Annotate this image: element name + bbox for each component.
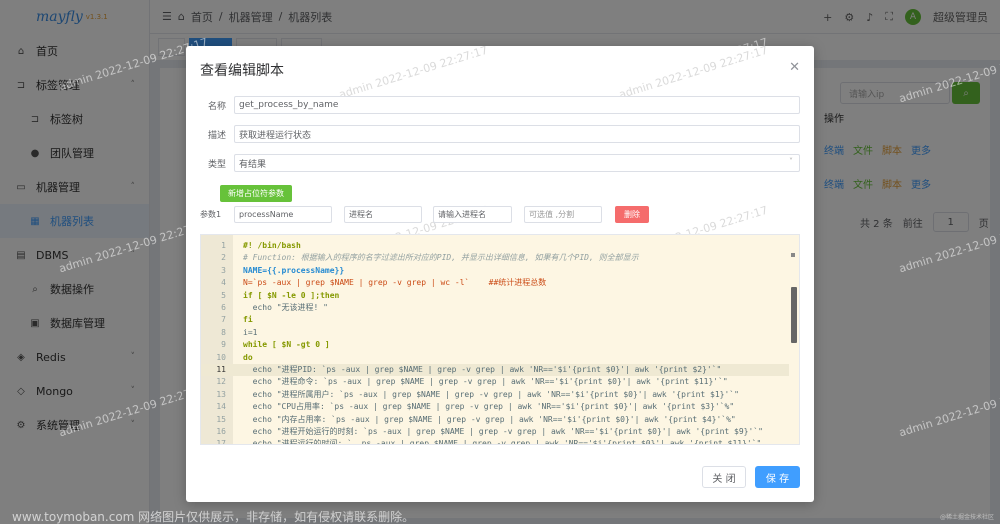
code-text: NAME={{.processName}} (243, 265, 345, 275)
line-number: 4 (221, 278, 226, 288)
watermark: admin 2022-12-09 22:27:17 (617, 43, 770, 102)
dialog-title: 查看编辑脚本 (200, 63, 284, 79)
desc-label: 描述 (207, 130, 226, 141)
code-line[interactable]: 9 while [ $N -gt 0 ] (201, 339, 789, 351)
code-line[interactable]: 8 i=1 (201, 327, 789, 339)
type-row: 类型 有结果 ˅ (186, 154, 814, 172)
code-line[interactable]: 10 do (201, 352, 789, 364)
desc-row: 描述 (186, 125, 814, 143)
code-line[interactable]: 5 if [ $N -le 0 ];then (201, 290, 789, 302)
code-line[interactable]: 14 echo "CPU占用率: `ps -aux | grep $NAME |… (201, 401, 789, 413)
name-field[interactable] (234, 96, 800, 114)
code-text: echo "进程所属用户: `ps -aux | grep $NAME | gr… (243, 389, 739, 399)
watermark: admin 2022-12-09 22:27:17 (337, 43, 490, 102)
code-text: if [ $N -le 0 ];then (243, 290, 340, 300)
code-line[interactable]: 2 # Function: 根据输入的程序的名字过滤出所对应的PID, 并显示出详… (201, 252, 789, 264)
param-row: 参数1 删除 (186, 206, 814, 224)
footer-note: www.toymoban.com 网络图片仅供展示，非存储，如有侵权请联系删除。 (12, 510, 415, 524)
code-text: echo "进程运行的时间: ` ps -aux | grep $NAME | … (243, 439, 762, 445)
code-line[interactable]: 6 echo "无该进程! " (201, 302, 789, 314)
code-line[interactable]: 1 #! /bin/bash (201, 240, 789, 252)
scroll-marker (791, 253, 795, 257)
code-text: echo "进程命令: `ps -aux | grep $NAME | grep… (243, 377, 728, 387)
code-line[interactable]: 15 echo "内存占用率: `ps -aux | grep $NAME | … (201, 414, 789, 426)
param-label: 参数1 (200, 210, 222, 219)
line-number: 11 (216, 365, 226, 374)
code-text: echo "进程PID: `ps -aux | grep $NAME | gre… (243, 365, 722, 374)
param-options-field[interactable] (524, 206, 602, 223)
param-value-field[interactable] (433, 206, 512, 223)
code-text: i=1 (243, 327, 258, 337)
code-line[interactable]: 3 NAME={{.processName}} (201, 265, 789, 277)
line-number: 2 (221, 253, 226, 263)
code-text: echo "内存占用率: `ps -aux | grep $NAME | gre… (243, 414, 736, 424)
code-line[interactable]: 7 fi (201, 314, 789, 326)
delete-param-button[interactable]: 删除 (615, 206, 649, 223)
line-number: 9 (221, 340, 226, 350)
line-number: 13 (216, 389, 226, 399)
code-text: #! /bin/bash (243, 241, 301, 250)
close-button[interactable]: 关 闭 (702, 466, 746, 488)
type-select[interactable]: 有结果 ˅ (234, 154, 800, 172)
line-number: 5 (221, 290, 226, 300)
scrollbar[interactable] (791, 287, 797, 343)
line-number: 12 (216, 377, 226, 387)
code-text: while [ $N -gt 0 ] (243, 340, 330, 350)
line-number: 17 (216, 439, 226, 445)
close-icon[interactable]: ✕ (789, 60, 800, 75)
line-number: 14 (216, 402, 226, 412)
code-line[interactable]: 13 echo "进程所属用户: `ps -aux | grep $NAME |… (201, 389, 789, 401)
name-row: 名称 (186, 96, 814, 114)
code-text: fi (243, 315, 253, 325)
edit-script-dialog: 查看编辑脚本 ✕ admin 2022-12-09 22:27:17 admin… (186, 43, 814, 502)
line-number: 7 (221, 315, 226, 325)
type-select-value: 有结果 (239, 159, 267, 170)
line-number: 15 (216, 414, 226, 424)
line-number: 1 (221, 241, 226, 250)
code-text: echo "进程开始运行的时刻: `ps -aux | grep $NAME |… (243, 427, 763, 436)
code-text: do (243, 352, 253, 362)
code-line[interactable]: 12 echo "进程命令: `ps -aux | grep $NAME | g… (201, 376, 789, 388)
line-number: 8 (221, 327, 226, 337)
code-text: echo "无该进程! " (243, 303, 328, 312)
code-text: N=`ps -aux | grep $NAME | grep -v grep |… (243, 278, 547, 288)
param-name-field[interactable] (234, 206, 332, 223)
code-line[interactable]: 16 echo "进程开始运行的时刻: `ps -aux | grep $NAM… (201, 426, 789, 438)
code-editor[interactable]: 1 #! /bin/bash 2 # Function: 根据输入的程序的名字过滤出所… (200, 234, 800, 445)
param-desc-field[interactable] (344, 206, 422, 223)
type-label: 类型 (207, 159, 226, 170)
line-number: 6 (221, 303, 226, 312)
name-label: 名称 (207, 101, 226, 112)
save-button[interactable]: 保 存 (755, 466, 800, 488)
chevron-down-icon: ˅ (789, 157, 793, 166)
code-line[interactable]: 17 echo "进程运行的时间: ` ps -aux | grep $NAME… (201, 438, 789, 445)
code-text: # Function: 根据输入的程序的名字过滤出所对应的PID, 并显示出详细… (243, 253, 639, 263)
line-number: 3 (221, 265, 226, 275)
line-number: 16 (216, 427, 226, 436)
line-number: 10 (216, 352, 226, 362)
add-param-button[interactable]: 新增占位符参数 (220, 185, 292, 202)
code-line[interactable]: 4 N=`ps -aux | grep $NAME | grep -v grep … (201, 277, 789, 289)
desc-field[interactable] (234, 125, 800, 143)
footer-corner: @稀土掘金技术社区 (939, 514, 994, 521)
code-text: echo "CPU占用率: `ps -aux | grep $NAME | gr… (243, 402, 735, 412)
code-line[interactable]: 11 echo "进程PID: `ps -aux | grep $NAME | … (201, 364, 789, 377)
